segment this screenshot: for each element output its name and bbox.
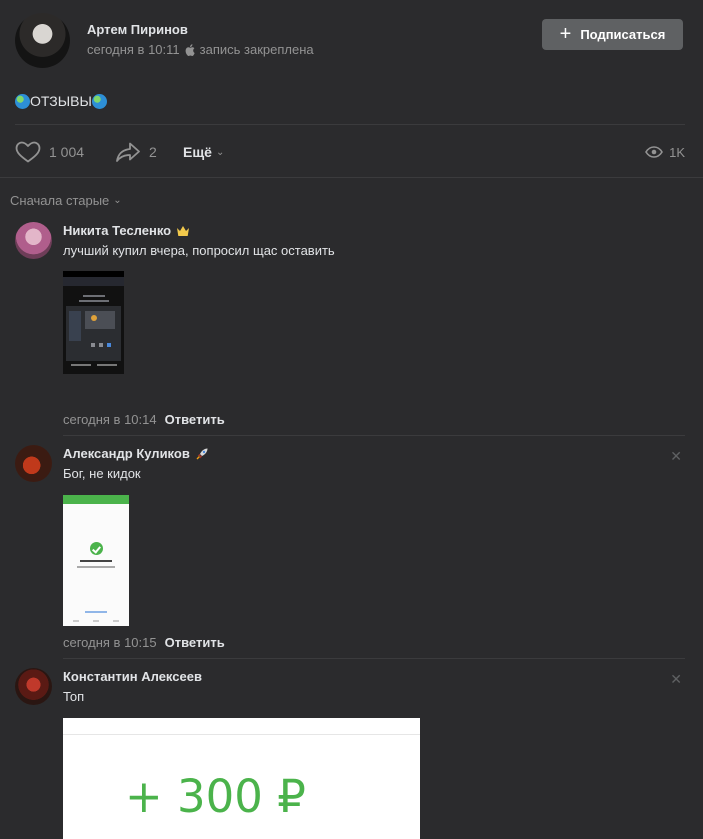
globe-icon [91,93,107,109]
reply-button[interactable]: Ответить [165,635,225,650]
shares-count: 2 [149,144,157,160]
close-icon[interactable]: ✕ [670,449,682,463]
avatar[interactable] [15,668,52,705]
share-icon [116,142,140,162]
sort-dropdown[interactable]: Сначала старые ⌄ [10,193,122,208]
comment: Александр Куликов ✕ Бог, не кидок сегодн… [15,445,685,657]
comment-author: Никита Тесленко [63,223,190,238]
comment-text: лучший купил вчера, попросил щас оставит… [63,243,335,258]
post-text: ОТЗЫВЫ [15,93,107,109]
close-icon[interactable]: ✕ [670,672,682,686]
comment: Константин Алексеев ✕ Топ + 300 ₽ [15,668,685,839]
views-count: 1K [669,144,685,160]
subscribe-button[interactable]: + Подписаться [542,19,683,50]
plus-icon: + [559,22,572,45]
amount-text: + 300 ₽ [125,770,306,823]
post-time[interactable]: сегодня в 10:11 [87,42,180,57]
apple-icon [185,43,195,56]
comment-author: Константин Алексеев [63,669,202,684]
comment-image[interactable]: + 300 ₽ [63,718,420,839]
comment-footer: сегодня в 10:15 Ответить [63,635,225,650]
chevron-down-icon: ⌄ [215,146,225,158]
comment-author-name[interactable]: Александр Куликов [63,446,190,461]
views-counter: 1K [645,139,685,165]
comment-author: Александр Куликов [63,446,209,461]
like-button[interactable]: 1 004 [15,139,84,165]
globe-icon [15,93,30,109]
comment-image[interactable] [63,495,129,626]
pinned-label: запись закреплена [199,42,314,57]
comment-image[interactable] [63,271,124,374]
subscribe-label: Подписаться [580,27,666,42]
crown-icon [177,225,190,236]
comment-time[interactable]: сегодня в 10:15 [63,635,157,650]
heart-icon [15,141,41,163]
more-label: Ещё [183,144,212,160]
chevron-down-icon: ⌄ [113,195,122,206]
comment-text: Топ [63,689,85,704]
more-button[interactable]: Ещё ⌄ [183,139,224,165]
comment-footer: сегодня в 10:14 Ответить [63,412,225,427]
post-actions: 1 004 2 Ещё ⌄ 1K [15,139,685,165]
rocket-icon [196,448,208,459]
post-header: Артем Пиринов сегодня в 10:11 запись зак… [15,13,685,69]
post-meta: сегодня в 10:11 запись закреплена [87,42,314,57]
comment: Никита Тесленко лучший купил вчера, попр… [15,222,685,434]
avatar[interactable] [15,445,52,482]
post-text-content: ОТЗЫВЫ [30,93,92,109]
reply-button[interactable]: Ответить [165,412,225,427]
divider [0,177,703,178]
divider [63,435,685,436]
avatar[interactable] [15,222,52,259]
author-avatar[interactable] [15,13,70,68]
divider [15,124,685,125]
comment-time[interactable]: сегодня в 10:14 [63,412,157,427]
share-button[interactable]: 2 [115,139,157,165]
author-name[interactable]: Артем Пиринов [87,22,188,37]
divider [63,658,685,659]
sort-label: Сначала старые [10,193,110,208]
comment-author-name[interactable]: Константин Алексеев [63,669,202,684]
likes-count: 1 004 [49,144,85,160]
comment-text: Бог, не кидок [63,466,141,481]
eye-icon [645,146,664,158]
comment-author-name[interactable]: Никита Тесленко [63,223,171,238]
